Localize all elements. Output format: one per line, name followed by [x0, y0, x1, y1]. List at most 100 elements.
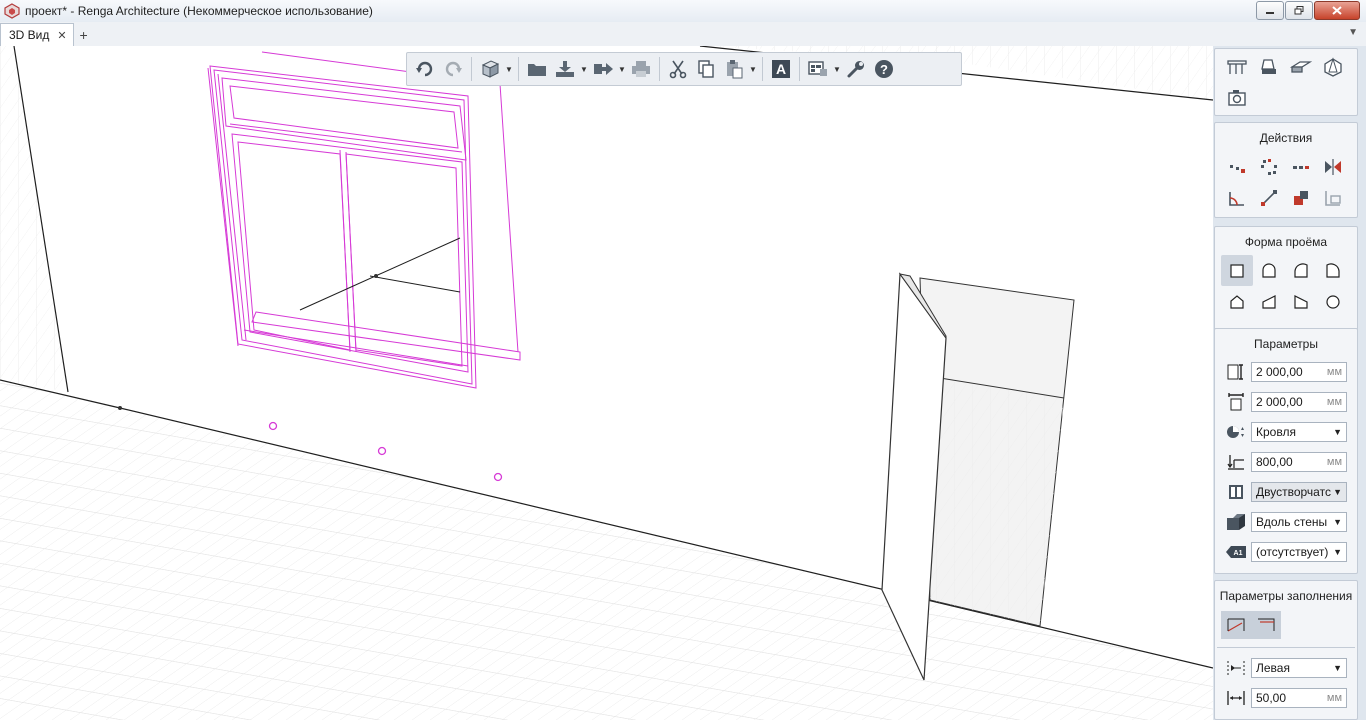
slope-left-button[interactable]: [1253, 286, 1285, 317]
fill-style-left-button[interactable]: [1221, 611, 1251, 639]
redo-icon: [445, 61, 462, 77]
export-dropdown[interactable]: ▼: [617, 55, 627, 83]
paste-button[interactable]: [720, 55, 748, 83]
layers-dropdown[interactable]: ▼: [832, 55, 842, 83]
material-param-icon: [1225, 421, 1247, 443]
array-icon: [1293, 165, 1309, 169]
wall-tool-button[interactable]: [1221, 51, 1253, 82]
redo-button[interactable]: [439, 55, 467, 83]
layers-button[interactable]: [804, 55, 832, 83]
3d-viewport[interactable]: [0, 46, 1213, 720]
join-button[interactable]: [1285, 182, 1317, 213]
settings-button[interactable]: [842, 55, 870, 83]
view-mode-button[interactable]: [476, 55, 504, 83]
maximize-button[interactable]: [1285, 1, 1313, 20]
width-param-icon: [1225, 361, 1247, 383]
control-handle[interactable]: [268, 421, 278, 431]
grip-point[interactable]: [374, 274, 378, 278]
quarter-arch-left-icon: [1294, 262, 1308, 278]
move-button[interactable]: [1221, 151, 1253, 182]
slope-right-button[interactable]: [1285, 286, 1317, 317]
open-button[interactable]: [523, 55, 551, 83]
window-title: проект* - Renga Architecture (Некоммерче…: [25, 4, 373, 18]
scene-canvas[interactable]: [0, 46, 1213, 720]
tab-list-dropdown[interactable]: ▼: [1348, 27, 1358, 38]
rotate-button[interactable]: [1253, 151, 1285, 182]
tab-close-icon[interactable]: ✕: [57, 29, 66, 42]
cut-button[interactable]: [664, 55, 692, 83]
move-icon: [1230, 164, 1245, 173]
sill-offset-field[interactable]: 800,00 мм: [1251, 452, 1347, 472]
shape-tool-button[interactable]: [1317, 51, 1349, 82]
gable-shape-button[interactable]: [1221, 286, 1253, 317]
marker-select[interactable]: (отсутствует) ▼: [1251, 542, 1347, 562]
sill-offset-unit: мм: [1326, 456, 1342, 468]
snapshot-tool-icon: [1228, 89, 1246, 106]
fill-type-select[interactable]: Двустворчатс ▼: [1251, 482, 1347, 502]
height-unit: мм: [1326, 396, 1342, 408]
height-param-icon: [1225, 391, 1247, 413]
chevron-down-icon: ▼: [1333, 517, 1342, 527]
quarter-arch-right-icon: [1326, 262, 1340, 278]
bucket-tool-button[interactable]: [1253, 51, 1285, 82]
paste-dropdown[interactable]: ▼: [748, 55, 758, 83]
parameters-group: Параметры 2 000,00 мм 2 000,00 мм Кровля…: [1214, 328, 1358, 574]
alignment-select[interactable]: Вдоль стены ▼: [1251, 512, 1347, 532]
document-tabbar: 3D Вид ✕ + ▼: [0, 22, 1366, 47]
help-button[interactable]: ?: [870, 55, 898, 83]
rect-shape-button[interactable]: [1221, 255, 1253, 286]
minimize-button[interactable]: [1256, 1, 1284, 20]
text-style-button[interactable]: A: [767, 55, 795, 83]
chevron-down-icon: ▼: [1333, 487, 1342, 497]
cut-icon: [669, 60, 687, 79]
grip-point[interactable]: [118, 406, 122, 410]
side-select[interactable]: Левая ▼: [1251, 658, 1347, 678]
add-tab-button[interactable]: +: [74, 24, 94, 46]
tab-3d-view[interactable]: 3D Вид ✕: [0, 23, 74, 46]
side-value: Левая: [1256, 661, 1290, 675]
toolbar-separator: [471, 57, 472, 81]
parameters-title: Параметры: [1254, 337, 1318, 351]
join-icon: [1294, 190, 1308, 205]
chevron-down-icon: ▼: [1333, 427, 1342, 437]
offset-field[interactable]: 50,00 мм: [1251, 688, 1347, 708]
quick-access-toolbar: ▼ ▼ ▼ ▼ A ▼ ?: [406, 52, 962, 86]
svg-text:A1: A1: [1234, 550, 1243, 557]
quarter-arch-right-button[interactable]: [1317, 255, 1349, 286]
import-button[interactable]: [551, 55, 579, 83]
toolbar-separator: [762, 57, 763, 81]
close-icon: [1332, 6, 1342, 15]
copy-button[interactable]: [692, 55, 720, 83]
array-button[interactable]: [1285, 151, 1317, 182]
export-button[interactable]: [589, 55, 617, 83]
opening-tool-button[interactable]: [1285, 51, 1317, 82]
height-field[interactable]: 2 000,00 мм: [1251, 392, 1347, 412]
quarter-arch-left-button[interactable]: [1285, 255, 1317, 286]
print-button[interactable]: [627, 55, 655, 83]
fill-style-right-button[interactable]: [1251, 611, 1281, 639]
undo-button[interactable]: [411, 55, 439, 83]
offset-param-icon: [1225, 687, 1247, 709]
copy-icon: [698, 60, 714, 78]
measure-button[interactable]: [1317, 182, 1349, 213]
mirror-button[interactable]: [1317, 151, 1349, 182]
align-button[interactable]: [1253, 182, 1285, 213]
import-dropdown[interactable]: ▼: [579, 55, 589, 83]
width-field[interactable]: 2 000,00 мм: [1251, 362, 1347, 382]
close-button[interactable]: [1314, 1, 1360, 20]
rotate-icon: [1261, 158, 1277, 175]
control-handle[interactable]: [377, 446, 387, 456]
sill-offset-param-icon: [1225, 451, 1247, 473]
material-select[interactable]: Кровля ▼: [1251, 422, 1347, 442]
arch-shape-button[interactable]: [1253, 255, 1285, 286]
mirror-icon: [1325, 158, 1341, 175]
angle-button[interactable]: [1221, 182, 1253, 213]
marker-param-icon: A1: [1225, 541, 1247, 563]
view-mode-dropdown[interactable]: ▼: [504, 55, 514, 83]
snapshot-tool-button[interactable]: [1221, 82, 1253, 113]
gable-shape-icon: [1230, 294, 1244, 309]
circle-shape-button[interactable]: [1317, 286, 1349, 317]
control-handle[interactable]: [493, 472, 503, 482]
align-icon: [1261, 189, 1277, 206]
rect-shape-icon: [1230, 263, 1244, 278]
